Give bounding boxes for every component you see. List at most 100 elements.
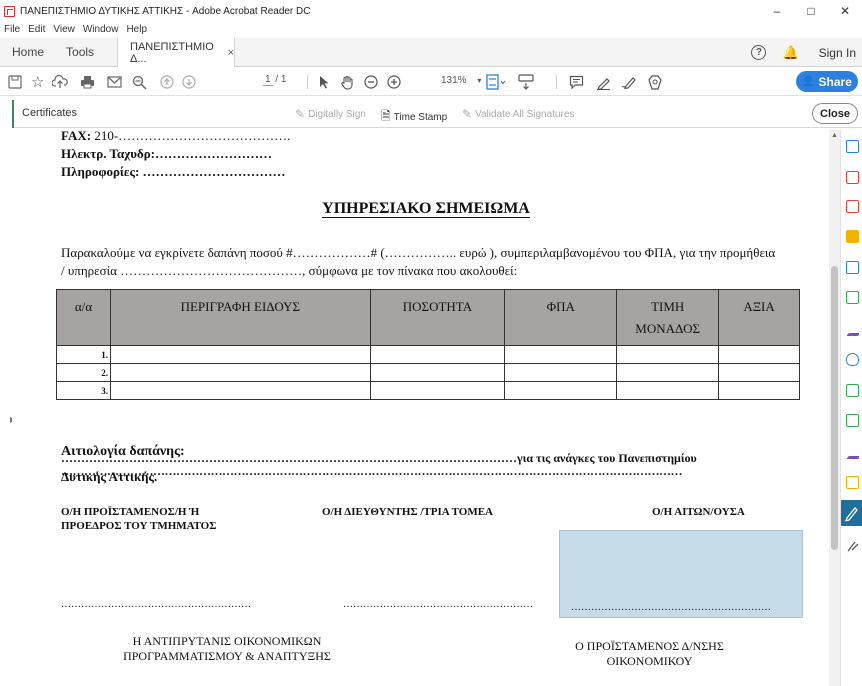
tab-document[interactable]: ΠΑΝΕΠΙΣΤΗΜΙΟ Δ... ×: [117, 38, 235, 67]
protect-tool-icon[interactable]: [846, 353, 859, 366]
bell-icon[interactable]: 🔔: [782, 45, 798, 61]
signature-line-2: …………………………………………………: [343, 599, 533, 610]
window-title: ΠΑΝΕΠΙΣΤΗΜΙΟ ΔΥΤΙΚΗΣ ΑΤΤΙΚΗΣ - Adobe Acr…: [20, 5, 311, 17]
share-button[interactable]: 👤 Share: [796, 71, 858, 92]
comment-tool-icon[interactable]: [846, 230, 859, 243]
table-cell[interactable]: [616, 345, 720, 364]
sign-pen-icon[interactable]: [621, 73, 637, 91]
select-arrow-icon[interactable]: [318, 73, 330, 91]
menu-help[interactable]: Help: [126, 24, 147, 35]
table-header-row: α/α ΠΕΡΙΓΡΑΦΗ ΕΙΔΟΥΣ ΠΟΣΟΤΗΤΑ ΦΠΑ ΤΙΜΗ Μ…: [55, 289, 800, 346]
table-cell[interactable]: [718, 345, 800, 364]
col-header-aa: α/α: [55, 289, 112, 346]
main-toolbar: ☆ 1 / 1 131% ▾ 👤 Share: [0, 67, 862, 96]
certificates-tool-icon-active[interactable]: [841, 500, 862, 526]
prepare-form-tool-icon[interactable]: [846, 414, 859, 427]
close-certificates-button[interactable]: Close: [812, 103, 858, 124]
edit-pdf-tool-icon[interactable]: [846, 140, 859, 153]
fit-page-icon[interactable]: [486, 73, 506, 91]
menu-file[interactable]: File: [4, 24, 20, 35]
table-cell[interactable]: [369, 381, 506, 400]
combine-files-tool-icon[interactable]: [846, 261, 859, 274]
save-icon[interactable]: [8, 73, 22, 91]
tab-close-icon[interactable]: ×: [228, 47, 234, 59]
table-cell[interactable]: [718, 363, 800, 382]
more-tools-icon[interactable]: [846, 539, 859, 552]
tab-bar: Home Tools ΠΑΝΕΠΙΣΤΗΜΙΟ Δ... × ? 🔔 Sign …: [0, 38, 862, 67]
scroll-mode-icon[interactable]: [518, 73, 534, 91]
justification-dots-line-2: ……………………………………………………………………………………………………γι…: [61, 451, 697, 465]
table-cell[interactable]: [369, 363, 506, 382]
bookmark-star-icon[interactable]: ☆: [31, 73, 44, 91]
table-row: 2.: [55, 363, 800, 382]
table-row: 3.: [55, 381, 800, 400]
organize-pages-tool-icon[interactable]: [846, 200, 859, 213]
help-icon[interactable]: ?: [751, 45, 767, 60]
page-indicator[interactable]: 1 / 1: [263, 74, 286, 86]
chevron-down-icon: ▾: [477, 76, 482, 85]
tab-document-label: ΠΑΝΕΠΙΣΤΗΜΙΟ Δ...: [130, 40, 214, 65]
table-cell[interactable]: [718, 381, 800, 400]
highlight-pen-icon[interactable]: [596, 73, 611, 91]
zoom-in-icon[interactable]: [387, 73, 401, 91]
table-cell[interactable]: [616, 363, 720, 382]
email-icon[interactable]: [107, 73, 122, 91]
table-cell[interactable]: [110, 345, 371, 364]
title-bar: ΠΑΝΕΠΙΣΤΗΜΙΟ ΔΥΤΙΚΗΣ ΑΤΤΙΚΗΣ - Adobe Acr…: [0, 0, 862, 22]
rich-media-tool-icon[interactable]: [846, 476, 859, 489]
zoom-level-value: 131%: [441, 75, 467, 86]
time-stamp-button[interactable]: 🗎 Time Stamp: [381, 107, 447, 128]
hand-tool-icon[interactable]: [340, 73, 355, 91]
page-current[interactable]: 1: [263, 74, 273, 86]
upload-cloud-icon[interactable]: [52, 73, 68, 91]
col-header-quantity: ΠΟΣΟΤΗΤΑ: [369, 289, 506, 346]
table-cell[interactable]: [369, 345, 506, 364]
zoom-level-select[interactable]: 131% ▾: [441, 75, 481, 86]
zoom-out-icon[interactable]: [364, 73, 378, 91]
minimize-button[interactable]: –: [760, 0, 794, 22]
menu-edit[interactable]: Edit: [28, 24, 45, 35]
tab-home[interactable]: Home: [12, 45, 44, 59]
document-heading: ΥΠΗΡΕΣΙΑΚΟ ΣΗΜΕΙΩΜΑ: [12, 200, 840, 218]
table-row: 1.: [55, 345, 800, 364]
signature-line-1: …………………………………………………: [61, 599, 251, 610]
vertical-scrollbar[interactable]: ▲: [829, 130, 840, 686]
share-person-icon: 👤: [802, 76, 815, 87]
previous-page-icon[interactable]: [160, 73, 174, 91]
table-cell[interactable]: [504, 345, 618, 364]
table-cell[interactable]: [504, 363, 618, 382]
document-viewport[interactable]: FAX: 210-…………………………………. Ηλεκτρ. Ταχυδρ:……: [12, 128, 840, 686]
acrobat-app-icon: [4, 5, 15, 17]
validate-signatures-button[interactable]: ✎ Validate All Signatures: [462, 107, 574, 121]
stamp-icon[interactable]: [647, 73, 663, 91]
send-for-signature-tool-icon[interactable]: [846, 446, 859, 459]
digitally-sign-button[interactable]: ✎ Digitally Sign: [295, 107, 366, 121]
col-header-value: ΑΞΙΑ: [718, 289, 800, 346]
create-pdf-tool-icon[interactable]: [846, 291, 859, 304]
table-cell[interactable]: [110, 381, 371, 400]
sign-in-link[interactable]: Sign In: [819, 46, 856, 60]
print-icon[interactable]: [80, 73, 95, 91]
fax-label: FAX:: [61, 128, 92, 143]
table-cell[interactable]: [110, 363, 371, 382]
maximize-button[interactable]: □: [794, 0, 828, 22]
table-cell[interactable]: [504, 381, 618, 400]
scroll-thumb[interactable]: [831, 266, 838, 550]
scroll-up-icon[interactable]: ▲: [829, 132, 840, 142]
comment-icon[interactable]: [569, 73, 584, 91]
document-page: FAX: 210-…………………………………. Ηλεκτρ. Ταχυδρ:……: [12, 128, 840, 686]
menu-view[interactable]: View: [53, 24, 75, 35]
fax-value: 210-………………………………….: [91, 128, 291, 143]
close-window-button[interactable]: ✕: [828, 0, 862, 22]
tab-tools[interactable]: Tools: [66, 45, 94, 59]
digitally-sign-label: Digitally Sign: [308, 108, 366, 120]
zoom-out-search-icon[interactable]: [132, 73, 147, 91]
next-page-icon[interactable]: [182, 73, 196, 91]
scan-ocr-tool-icon[interactable]: [846, 384, 859, 397]
fill-sign-tool-icon[interactable]: [846, 323, 859, 336]
menu-window[interactable]: Window: [83, 24, 119, 35]
signatory-sector-director: Ο/Η ΔΙΕΥΘΥΝΤΗΣ /ΤΡΙΑ ΤΟΜΕΑ: [322, 506, 494, 518]
email-line: Ηλεκτρ. Ταχυδρ:………………………: [61, 146, 273, 161]
table-cell[interactable]: [616, 381, 720, 400]
export-pdf-tool-icon[interactable]: [846, 171, 859, 184]
